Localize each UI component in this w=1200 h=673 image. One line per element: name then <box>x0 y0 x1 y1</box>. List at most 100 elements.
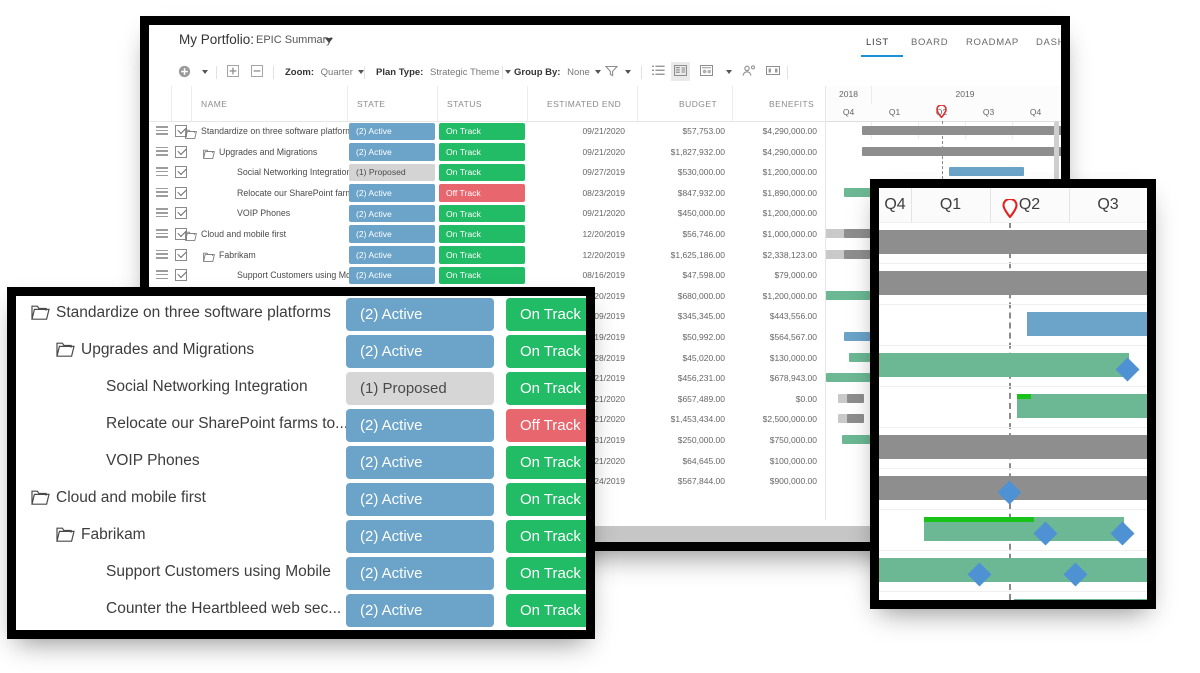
tab-board[interactable]: BOARD <box>911 37 948 48</box>
gantt-bar[interactable] <box>879 230 1147 254</box>
gantt-bar[interactable] <box>949 167 1024 177</box>
column-header-name[interactable]: NAME <box>201 99 227 109</box>
table-row[interactable]: Cloud and mobile first (2) Active On Track… <box>149 224 825 245</box>
tab-dashboard[interactable]: DASHBO <box>1036 37 1061 48</box>
status-badge[interactable]: On Track <box>506 483 586 516</box>
tab-roadmap[interactable]: ROADMAP <box>966 37 1019 48</box>
status-badge[interactable]: On Track <box>506 335 586 368</box>
share-button[interactable] <box>742 63 757 81</box>
group-by-control[interactable]: Group By: None <box>514 63 601 81</box>
fullscreen-button[interactable] <box>766 63 781 81</box>
state-badge[interactable]: (2) Active <box>346 335 494 368</box>
portfolio-selector-value[interactable]: EPIC Summary <box>256 34 332 46</box>
row-drag-handle[interactable] <box>156 249 168 259</box>
status-badge[interactable]: On Track <box>506 520 586 553</box>
table-row[interactable]: VOIP Phones (2) Active On Track 09/21/2020 $… <box>149 203 825 224</box>
detail-row[interactable]: Fabrikam (2) Active On Track <box>16 518 586 555</box>
detail-row[interactable]: Upgrades and Migrations (2) Active On Trac… <box>16 333 586 370</box>
state-badge[interactable]: (2) Active <box>346 483 494 516</box>
status-badge[interactable]: On Track <box>439 266 525 285</box>
detail-row[interactable]: Counter the Heartbleed web sec... (2) Act… <box>16 592 586 629</box>
row-checkbox[interactable] <box>175 186 187 199</box>
gantt-bar[interactable] <box>847 393 864 403</box>
status-badge[interactable]: On Track <box>439 225 525 243</box>
status-badge[interactable]: On Track <box>439 163 525 182</box>
gantt-bar[interactable] <box>879 435 1147 459</box>
detail-row[interactable]: VOIP Phones (2) Active On Track <box>16 444 586 481</box>
state-badge[interactable]: (2) Active <box>349 246 435 264</box>
chevron-down-icon[interactable] <box>325 38 333 43</box>
tab-list[interactable]: LIST <box>866 37 889 48</box>
state-badge[interactable]: (2) Active <box>346 298 494 331</box>
row-drag-handle[interactable] <box>156 208 168 218</box>
table-row[interactable]: Fabrikam (2) Active On Track 12/20/2019 $1,6… <box>149 245 825 266</box>
row-drag-handle[interactable] <box>156 187 168 197</box>
state-badge[interactable]: (2) Active <box>346 594 494 627</box>
state-badge[interactable]: (2) Active <box>346 557 494 590</box>
row-drag-handle[interactable] <box>156 146 168 156</box>
gantt-bar[interactable] <box>826 373 886 383</box>
gantt-bar[interactable] <box>862 126 1061 135</box>
state-badge[interactable]: (2) Active <box>349 266 435 285</box>
column-header-estimated-end[interactable]: ESTIMATED END <box>547 99 621 109</box>
gantt-bar[interactable] <box>842 435 872 444</box>
add-dropdown-button[interactable] <box>197 63 208 81</box>
row-checkbox[interactable] <box>175 269 187 282</box>
row-drag-handle[interactable] <box>156 126 168 135</box>
state-badge[interactable]: (2) Active <box>346 409 494 442</box>
state-badge[interactable]: (2) Active <box>349 225 435 243</box>
column-header-status[interactable]: STATUS <box>447 99 482 109</box>
status-badge[interactable]: On Track <box>506 298 586 331</box>
gantt-bar[interactable] <box>1014 599 1147 600</box>
detail-row[interactable]: Standardize on three software platforms (… <box>16 296 586 333</box>
gantt-bar[interactable] <box>844 332 876 341</box>
column-header-state[interactable]: STATE <box>357 99 385 109</box>
add-button[interactable] <box>178 63 193 81</box>
gantt-bar[interactable] <box>879 271 1147 295</box>
table-row[interactable]: Relocate our SharePoint farms to... (2) A… <box>149 183 825 204</box>
list-view-button[interactable] <box>652 63 667 81</box>
detail-row[interactable]: Support Customers using Mobile (2) Active… <box>16 555 586 592</box>
status-badge[interactable]: On Track <box>439 143 525 161</box>
gantt-bar[interactable] <box>847 414 864 424</box>
row-checkbox[interactable] <box>175 145 187 158</box>
status-badge[interactable]: On Track <box>439 246 525 264</box>
table-row[interactable]: Support Customers using Mobile (2) Active… <box>149 265 825 286</box>
detail-row[interactable]: Relocate our SharePoint farms to... (2) A… <box>16 407 586 444</box>
status-badge[interactable]: On Track <box>506 446 586 479</box>
zoom-control[interactable]: Zoom: Quarter <box>285 63 364 81</box>
gantt-bar[interactable] <box>1017 394 1147 418</box>
table-row[interactable]: Social Networking Integration (1) Propose… <box>149 162 825 183</box>
status-badge[interactable]: On Track <box>439 122 525 140</box>
state-badge[interactable]: (2) Active <box>346 446 494 479</box>
table-row[interactable]: Upgrades and Migrations (2) Active On Trac… <box>149 142 825 163</box>
status-badge[interactable]: On Track <box>506 594 586 627</box>
card-view-button[interactable] <box>700 63 715 81</box>
state-badge[interactable]: (2) Active <box>349 122 435 140</box>
gantt-bar[interactable] <box>1027 312 1147 336</box>
row-drag-handle[interactable] <box>156 228 168 238</box>
plan-type-control[interactable]: Plan Type: Strategic Theme <box>376 63 511 81</box>
filter-button[interactable] <box>605 63 631 81</box>
gantt-bar[interactable] <box>879 353 1129 377</box>
state-badge[interactable]: (1) Proposed <box>349 163 435 182</box>
status-badge[interactable]: Off Track <box>439 184 525 202</box>
column-header-benefits[interactable]: BENEFITS <box>769 99 814 109</box>
card-view-dropdown[interactable] <box>721 63 732 81</box>
state-badge[interactable]: (1) Proposed <box>346 372 494 405</box>
gantt-bar[interactable] <box>862 146 1061 156</box>
gantt-bar[interactable] <box>849 352 879 362</box>
status-badge[interactable]: On Track <box>506 557 586 590</box>
status-badge[interactable]: On Track <box>439 204 525 223</box>
status-badge[interactable]: Off Track <box>506 409 586 442</box>
gantt-bar[interactable] <box>879 558 1147 582</box>
state-badge[interactable]: (2) Active <box>346 520 494 553</box>
state-badge[interactable]: (2) Active <box>349 143 435 161</box>
row-checkbox[interactable] <box>175 166 187 179</box>
row-drag-handle[interactable] <box>156 270 168 280</box>
detail-row[interactable]: Cloud and mobile first (2) Active On Track <box>16 481 586 518</box>
detail-view-icon-wrap[interactable] <box>674 63 689 81</box>
collapse-all-button[interactable] <box>251 63 266 81</box>
detail-row[interactable]: Social Networking Integration (1) Propose… <box>16 370 586 407</box>
row-drag-handle[interactable] <box>156 167 168 177</box>
